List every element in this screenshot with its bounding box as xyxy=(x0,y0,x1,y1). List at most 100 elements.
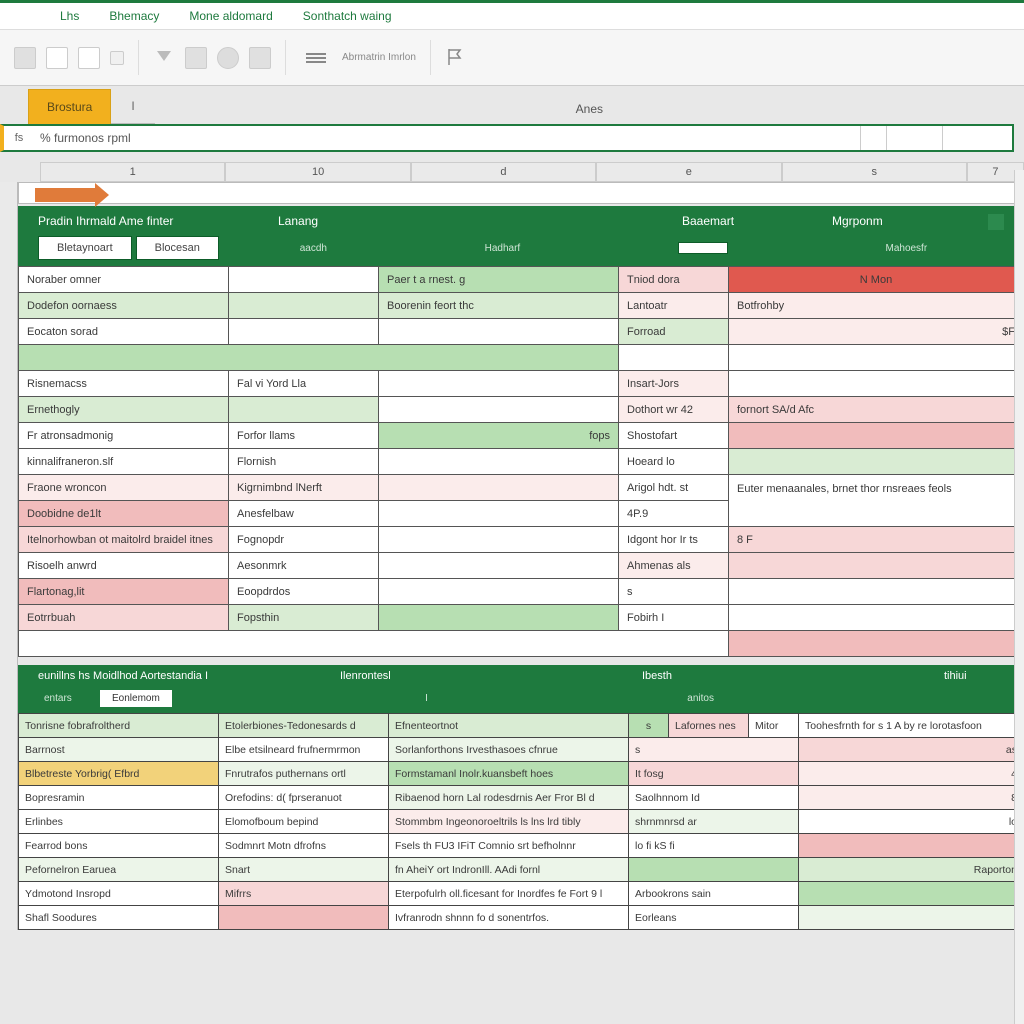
cell[interactable]: Tniod dora xyxy=(619,267,729,293)
cell[interactable]: Paer t a rnest. g xyxy=(379,267,619,293)
cell[interactable] xyxy=(729,631,1024,657)
cell[interactable]: Forfor llams xyxy=(229,423,379,449)
cell[interactable] xyxy=(19,345,619,371)
cell[interactable]: Blbetreste Yorbrig( Efbrd xyxy=(19,762,219,786)
cell[interactable]: Risnemacss xyxy=(19,371,229,397)
cell[interactable]: 8 xyxy=(799,786,1024,810)
cell[interactable]: Eterpofulrh oll.ficesant for Inordfes fe… xyxy=(389,882,629,906)
cell[interactable]: Efnenteortnot xyxy=(389,714,629,738)
cell[interactable]: fn AheiY ort IndronIll. AAdi fornl xyxy=(389,858,629,882)
cell[interactable]: Noraber omner xyxy=(19,267,229,293)
sub2-box[interactable]: Eonlemom xyxy=(100,690,172,707)
ribbon-icon-7[interactable] xyxy=(217,47,239,69)
subtab-2[interactable]: Blocesan xyxy=(136,236,219,260)
formula-input[interactable]: % furmonos rpml xyxy=(34,131,860,145)
cell[interactable]: Orefodins: d( fprseranuot xyxy=(219,786,389,810)
cell[interactable]: Sorlanforthons Irvesthasoes cfnrue xyxy=(389,738,629,762)
table-row[interactable]: Shafl Soodures Ivfranrodn shnnn fo d son… xyxy=(19,906,1024,930)
col-header[interactable]: 1 xyxy=(40,162,225,182)
cell[interactable]: Dothort wr 42 xyxy=(619,397,729,423)
cell[interactable]: Bopresramin xyxy=(19,786,219,810)
formula-btn-1[interactable] xyxy=(860,126,886,150)
cell[interactable] xyxy=(19,631,729,657)
table-row[interactable]: Eocaton sorad Forroad $F xyxy=(19,319,1024,345)
cell[interactable]: Botfrohby xyxy=(729,293,1024,319)
active-tab[interactable]: Brostura xyxy=(28,89,111,124)
cell[interactable] xyxy=(379,449,619,475)
cell[interactable]: Tonrisne fobrafroltherd xyxy=(19,714,219,738)
cell[interactable] xyxy=(729,449,1024,475)
cell[interactable] xyxy=(379,475,619,501)
cell[interactable]: Fognopdr xyxy=(229,527,379,553)
subtab-box[interactable] xyxy=(678,242,728,254)
cell[interactable]: Fr atronsadmonig xyxy=(19,423,229,449)
cell[interactable]: Eorleans xyxy=(629,906,799,930)
cell[interactable]: Idgont hor Ir ts xyxy=(619,527,729,553)
cell[interactable]: Mitor xyxy=(749,714,799,738)
cell[interactable] xyxy=(379,605,619,631)
cell[interactable] xyxy=(229,319,379,345)
cell[interactable] xyxy=(729,605,1024,631)
table-row[interactable]: Ydmotond Insropd Mifrrs Eterpofulrh oll.… xyxy=(19,882,1024,906)
cell[interactable]: Insart-Jors xyxy=(619,371,729,397)
cell[interactable] xyxy=(799,882,1024,906)
cell[interactable] xyxy=(379,319,619,345)
cell[interactable] xyxy=(619,345,729,371)
cell[interactable]: shrnmnrsd ar xyxy=(629,810,799,834)
cell[interactable]: Hoeard lo xyxy=(619,449,729,475)
cell[interactable] xyxy=(729,553,1024,579)
cell[interactable]: Pefornelron Earuea xyxy=(19,858,219,882)
cell[interactable]: Raporton xyxy=(799,858,1024,882)
cell[interactable] xyxy=(379,527,619,553)
cell[interactable]: $F xyxy=(729,319,1024,345)
cell[interactable]: Eoopdrdos xyxy=(229,579,379,605)
cell[interactable] xyxy=(729,423,1024,449)
cell[interactable]: 4 xyxy=(799,762,1024,786)
cell[interactable] xyxy=(219,906,389,930)
cell[interactable]: Itelnorhowban ot maitolrd braidel itnes xyxy=(19,527,229,553)
cell[interactable]: Lafornes nes xyxy=(669,714,749,738)
menu-bhemacy[interactable]: Bhemacy xyxy=(109,9,159,23)
col-header[interactable]: d xyxy=(411,162,596,182)
table-row[interactable]: Ernethogly Dothort wr 42 fornort SA/d Af… xyxy=(19,397,1024,423)
cell[interactable]: Sodmnrt Motn dfrofns xyxy=(219,834,389,858)
cell[interactable]: lo fi kS fi xyxy=(629,834,799,858)
table-row[interactable]: Barrnost Elbe etsilneard frufnermrmon So… xyxy=(19,738,1024,762)
col-header[interactable]: 10 xyxy=(225,162,410,182)
cell[interactable]: Flartonag,lit xyxy=(19,579,229,605)
table-row[interactable] xyxy=(19,631,1024,657)
ribbon-icon-6[interactable] xyxy=(185,47,207,69)
cell[interactable]: Fsels th FU3 IFiT Comnio srt befholnnr xyxy=(389,834,629,858)
ribbon-icon-2[interactable] xyxy=(46,47,68,69)
cell[interactable]: Fearrod bons xyxy=(19,834,219,858)
cell[interactable]: Aesonmrk xyxy=(229,553,379,579)
cell[interactable]: Barrnost xyxy=(19,738,219,762)
cell[interactable]: Euter menaanales, brnet thor rnsreaes fe… xyxy=(729,475,1024,527)
cell[interactable]: fornort SA/d Afc xyxy=(729,397,1024,423)
table-row[interactable]: Dodefon oornaess Boorenin feort thc Lant… xyxy=(19,293,1024,319)
cell[interactable] xyxy=(379,501,619,527)
table-row[interactable]: Noraber omner Paer t a rnest. g Tniod do… xyxy=(19,267,1024,293)
cell[interactable]: Eocaton sorad xyxy=(19,319,229,345)
cell[interactable]: Fnrutrafos puthernans ortl xyxy=(219,762,389,786)
cell[interactable]: Ivfranrodn shnnn fo d sonentrfos. xyxy=(389,906,629,930)
cell[interactable] xyxy=(379,553,619,579)
table-row[interactable]: Fr atronsadmonig Forfor llams fops Shost… xyxy=(19,423,1024,449)
cell[interactable]: Ribaenod horn Lal rodesdrnis Aer Fror Bl… xyxy=(389,786,629,810)
cell[interactable]: Boorenin feort thc xyxy=(379,293,619,319)
cell[interactable]: Erlinbes xyxy=(19,810,219,834)
cell[interactable]: Eotrrbuah xyxy=(19,605,229,631)
table-row[interactable]: Pefornelron Earuea Snart fn AheiY ort In… xyxy=(19,858,1024,882)
cell[interactable]: Shafl Soodures xyxy=(19,906,219,930)
table-row[interactable]: Fearrod bons Sodmnrt Motn dfrofns Fsels … xyxy=(19,834,1024,858)
cell[interactable]: Formstamanl Inolr.kuansbeft hoes xyxy=(389,762,629,786)
cell[interactable]: Anesfelbaw xyxy=(229,501,379,527)
cell[interactable]: Ahmenas als xyxy=(619,553,729,579)
menu-lhs[interactable]: Lhs xyxy=(60,9,79,23)
cell[interactable]: s xyxy=(619,579,729,605)
ribbon-flag-icon[interactable] xyxy=(445,47,467,69)
header-toggle-icon[interactable] xyxy=(988,214,1004,230)
cell[interactable] xyxy=(799,906,1024,930)
cell[interactable]: Toohesfrnth for s 1 A by re lorotasfoon xyxy=(799,714,1024,738)
cell[interactable] xyxy=(629,858,799,882)
